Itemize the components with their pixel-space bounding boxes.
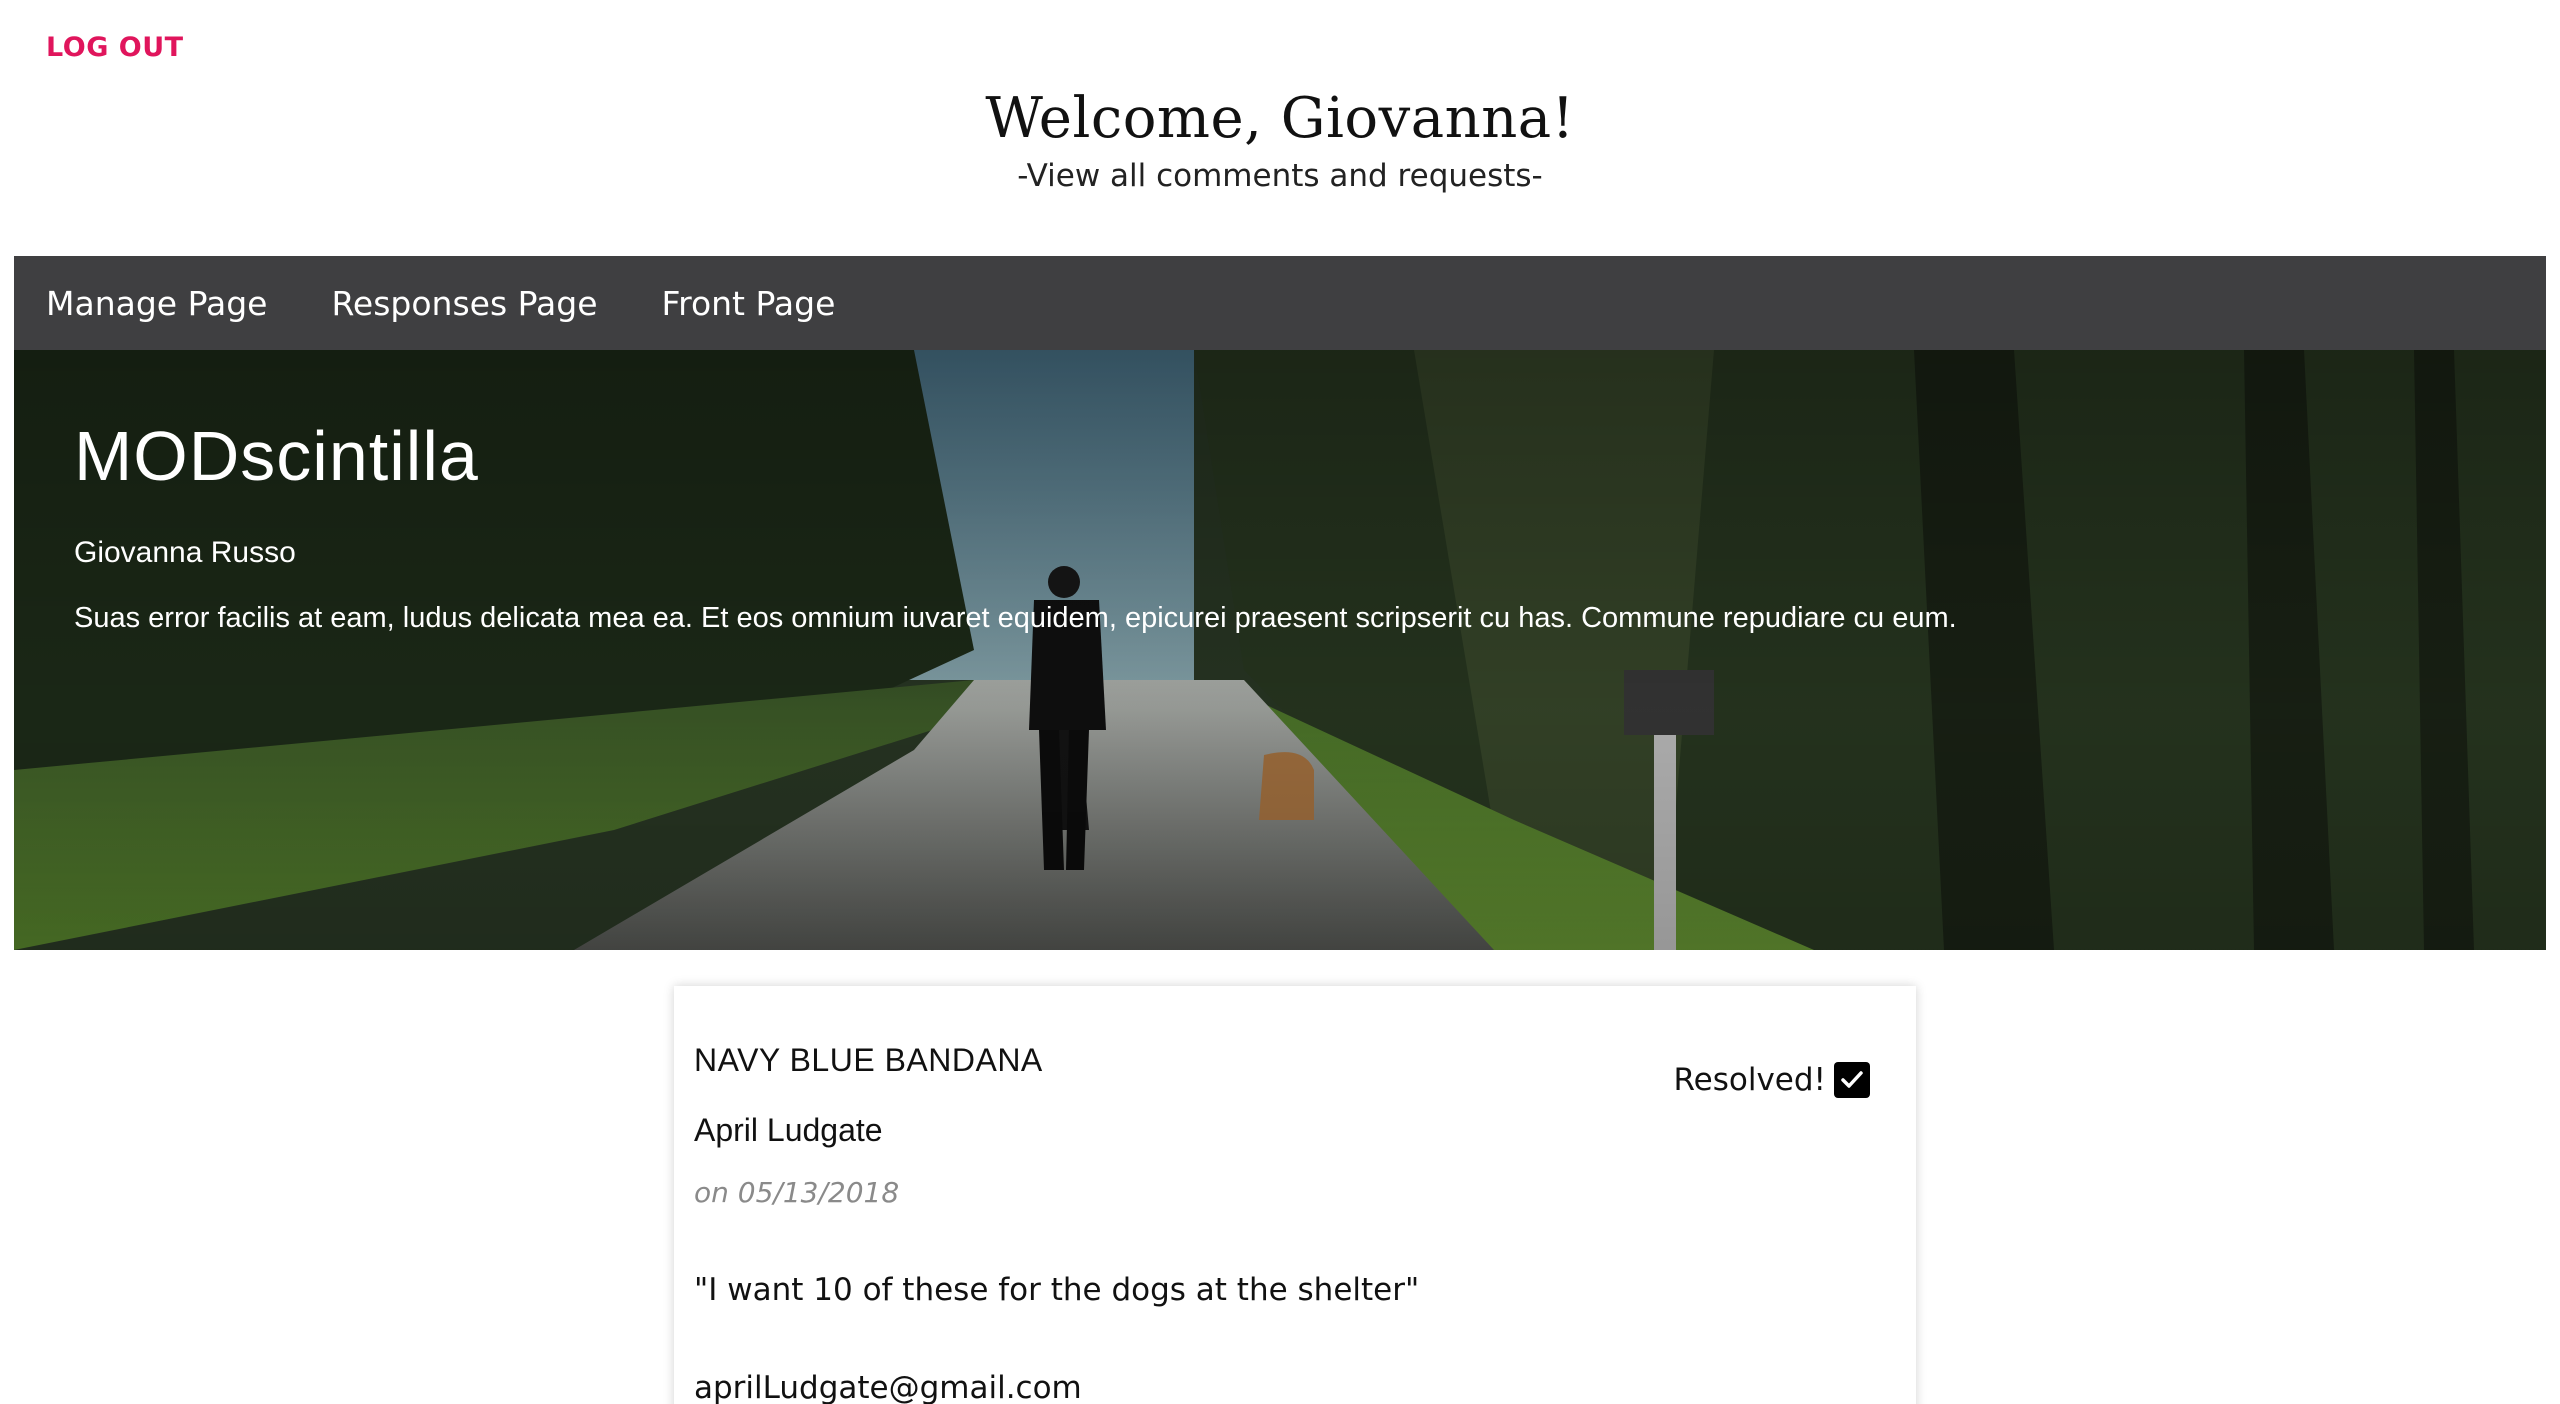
hero-description: Suas error facilis at eam, ludus delicat…: [74, 602, 1957, 634]
comment-product-title: NAVY BLUE BANDANA: [694, 1042, 1043, 1078]
nav-front-page[interactable]: Front Page: [662, 284, 836, 323]
comment-author: April Ludgate: [694, 1112, 883, 1148]
page: LOG OUT Welcome, Giovanna! -View all com…: [0, 0, 2560, 1404]
resolved-toggle: Resolved!: [1674, 1062, 1870, 1098]
resolved-label: Resolved!: [1673, 1062, 1826, 1098]
resolved-checkbox[interactable]: [1834, 1062, 1870, 1098]
navbar: Manage Page Responses Page Front Page: [14, 256, 2546, 350]
hero-banner: MODscintilla Giovanna Russo Suas error f…: [14, 350, 2546, 950]
welcome-heading: Welcome, Giovanna!: [985, 86, 1575, 151]
comment-email: aprilLudgate@gmail.com: [694, 1370, 1082, 1404]
hero-author: Giovanna Russo: [74, 536, 296, 569]
logout-link[interactable]: LOG OUT: [46, 32, 184, 63]
comment-card: NAVY BLUE BANDANA April Ludgate on 05/13…: [674, 986, 1916, 1404]
hero-title: MODscintilla: [74, 417, 479, 495]
check-icon: [1841, 1071, 1863, 1088]
nav-responses-page[interactable]: Responses Page: [331, 284, 597, 323]
comment-text: "I want 10 of these for the dogs at the …: [694, 1272, 1420, 1308]
nav-manage-page[interactable]: Manage Page: [46, 284, 267, 323]
page-subtitle: -View all comments and requests-: [1017, 158, 1543, 194]
comment-date: on 05/13/2018: [694, 1176, 900, 1209]
